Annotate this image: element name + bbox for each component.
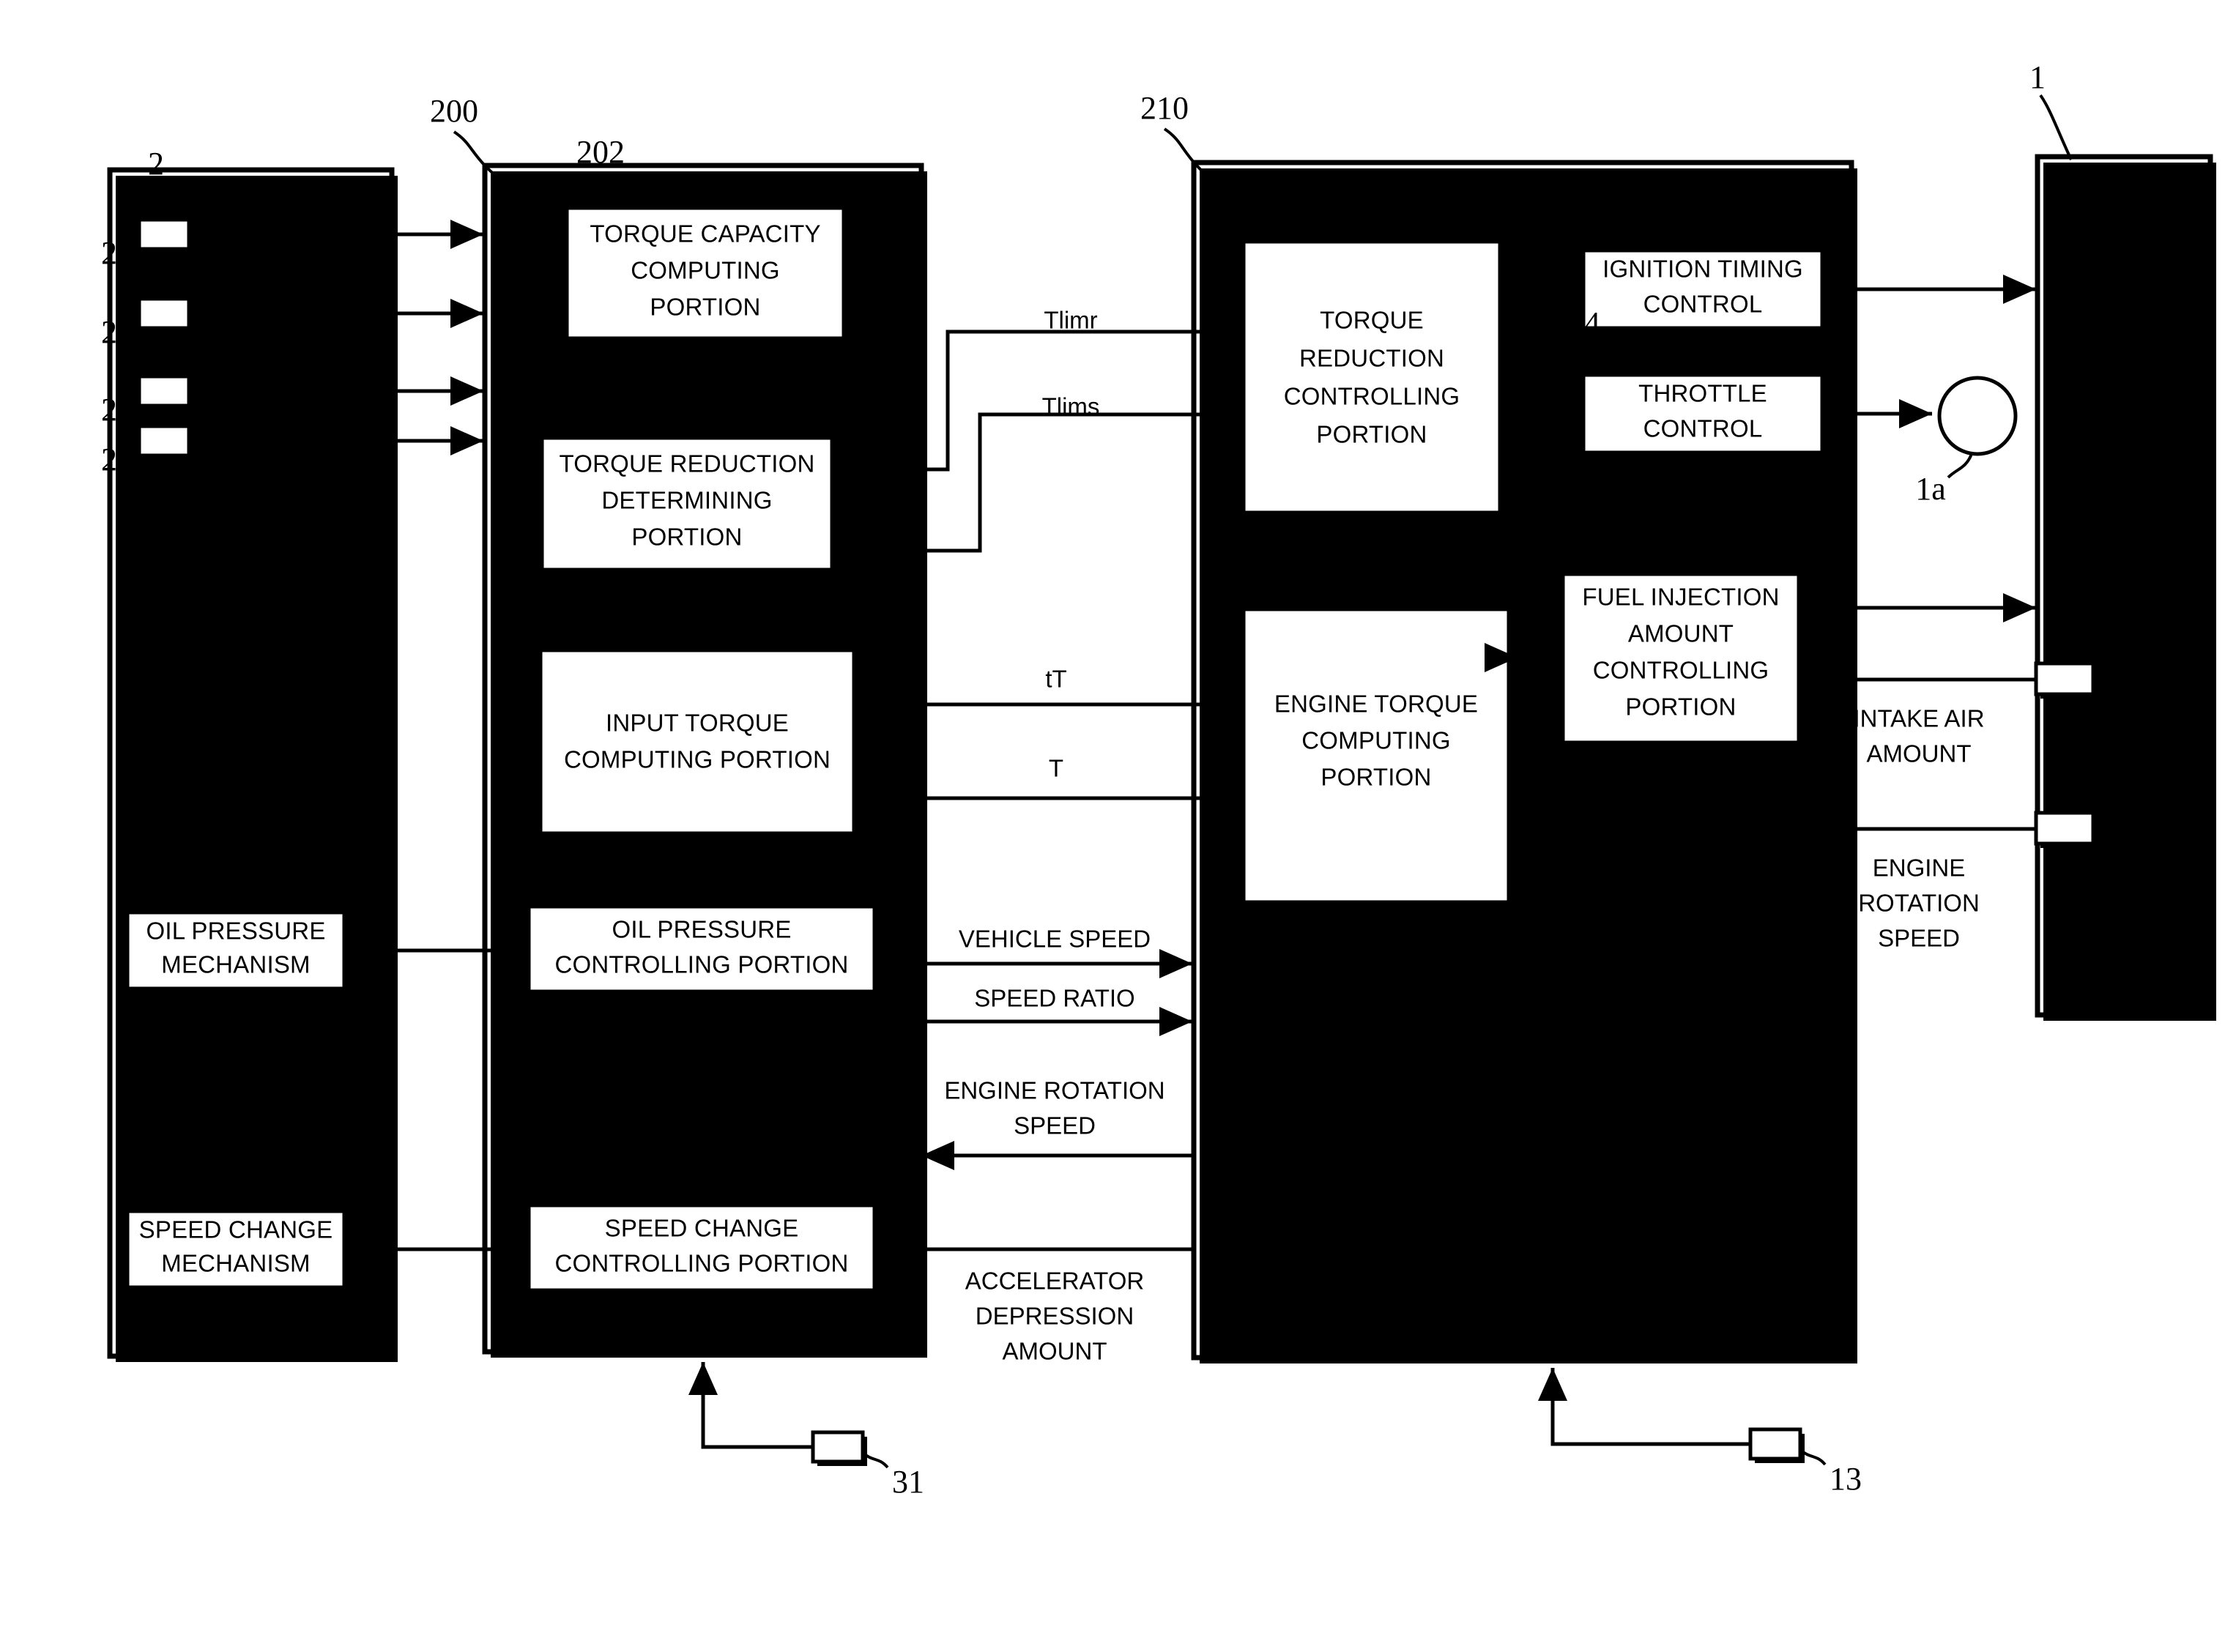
signal-label-engine-rotation-speed-right-l2: ROTATION bbox=[1858, 890, 1980, 917]
external-sensor-13: 13 bbox=[1748, 1427, 1862, 1497]
block-204-line1: OIL PRESSURE bbox=[612, 916, 791, 943]
block-212-line1: TORQUE bbox=[1320, 307, 1424, 334]
block-213-line1: IGNITION TIMING bbox=[1602, 256, 1803, 283]
speed-change-mechanism-line2: MECHANISM bbox=[161, 1250, 310, 1277]
block-215-line3: CONTROLLING bbox=[1593, 657, 1769, 684]
signal-label-t: T bbox=[1049, 755, 1063, 782]
block-212-line2: REDUCTION bbox=[1299, 345, 1444, 372]
block-205-line1: SPEED CHANGE bbox=[605, 1215, 799, 1242]
ref-214: 214 bbox=[1552, 305, 1600, 341]
oil-pressure-mechanism-line2: MECHANISM bbox=[161, 951, 310, 978]
signal-label-intake-air-amount-l2: AMOUNT bbox=[1867, 740, 1972, 767]
block-214-line2: CONTROL bbox=[1643, 415, 1763, 442]
block-203-line2: DETERMINING bbox=[601, 487, 772, 514]
ref-27: 27 bbox=[146, 1133, 179, 1169]
signal-label-engine-rotation-speed-mid-l1: ENGINE ROTATION bbox=[944, 1077, 1164, 1104]
ref-31: 31 bbox=[892, 1464, 924, 1500]
block-215-line1: FUEL INJECTION bbox=[1582, 584, 1779, 611]
external-sensor-31: 31 bbox=[811, 1430, 924, 1500]
block-201-line1: INPUT TORQUE bbox=[606, 710, 789, 737]
ref-211: 211 bbox=[1222, 532, 1268, 568]
block-diagram-svg: 2 AUTOMATIC TRANSMISSION 21 22 23 24 26 bbox=[101, 59, 2216, 1500]
ref-24: 24 bbox=[101, 442, 133, 477]
block-215-line4: PORTION bbox=[1625, 693, 1736, 721]
block-212-line3: CONTROLLING bbox=[1284, 383, 1460, 410]
ref-203: 203 bbox=[554, 364, 603, 400]
ref-204: 204 bbox=[540, 831, 588, 867]
block-211-line2: COMPUTING bbox=[1301, 727, 1450, 754]
ref-15: 15 bbox=[2122, 856, 2155, 892]
signal-label-accelerator-l2: DEPRESSION bbox=[976, 1303, 1134, 1330]
transmission-title-line2: TRANSMISSION bbox=[140, 769, 363, 801]
signal-label-tlimr: Tlimr bbox=[1044, 307, 1097, 334]
block-201-line2: COMPUTING PORTION bbox=[564, 746, 831, 773]
oil-pressure-mechanism-line1: OIL PRESSURE bbox=[146, 918, 325, 945]
transmission-title-line1: AUTOMATIC bbox=[166, 728, 336, 760]
signal-label-engine-rotation-speed-right-l3: SPEED bbox=[1878, 925, 1960, 952]
block-205-line2: CONTROLLING PORTION bbox=[554, 1250, 848, 1277]
signal-label-tt: tT bbox=[1045, 666, 1066, 693]
signal-label-tlims: Tlims bbox=[1042, 393, 1100, 420]
patent-figure-root: 2 AUTOMATIC TRANSMISSION 21 22 23 24 26 bbox=[0, 0, 2225, 1652]
ref-1: 1 bbox=[2029, 59, 2046, 95]
ref-212: 212 bbox=[1259, 163, 1307, 199]
ref-215: 215 bbox=[1539, 499, 1587, 535]
ref-202: 202 bbox=[576, 134, 625, 170]
line-sensor31-to-atecu bbox=[688, 1362, 813, 1449]
block-213-line2: CONTROL bbox=[1643, 291, 1763, 318]
speed-change-mechanism-line1: SPEED CHANGE bbox=[139, 1216, 333, 1243]
block-202-line1: TORQUE CAPACITY bbox=[590, 220, 820, 248]
block-211-line1: ENGINE TORQUE bbox=[1274, 691, 1478, 718]
ref-205: 205 bbox=[540, 1130, 588, 1166]
engine-title: ENGINE bbox=[2068, 568, 2180, 600]
ref-22: 22 bbox=[101, 314, 133, 350]
ref-26: 26 bbox=[145, 834, 177, 870]
line-sensor13-to-engineecu bbox=[1538, 1368, 1750, 1446]
block-212-line4: PORTION bbox=[1316, 421, 1427, 448]
signal-label-intake-air-amount-l1: INTAKE AIR bbox=[1853, 705, 1984, 732]
ref-213: 213 bbox=[1554, 181, 1602, 217]
ref-1a: 1a bbox=[1915, 471, 1946, 507]
ref-14: 14 bbox=[2122, 704, 2155, 740]
signal-label-engine-rotation-speed-right-l1: ENGINE bbox=[1873, 855, 1966, 882]
throttle-valve-1a: 1a bbox=[1915, 376, 2018, 507]
block-215-line2: AMOUNT bbox=[1628, 620, 1734, 647]
ref-200: 200 bbox=[430, 93, 478, 129]
block-203-line3: PORTION bbox=[631, 524, 742, 551]
block-214-line1: THROTTLE bbox=[1638, 380, 1767, 407]
ref-2: 2 bbox=[148, 146, 164, 182]
signal-label-vehicle-speed: VEHICLE SPEED bbox=[959, 926, 1151, 953]
ref-23: 23 bbox=[101, 392, 133, 428]
block-202-line2: COMPUTING bbox=[631, 257, 779, 284]
block-211-line3: PORTION bbox=[1320, 764, 1431, 791]
ref-210: 210 bbox=[1140, 90, 1189, 126]
block-204-line2: CONTROLLING PORTION bbox=[554, 951, 848, 978]
signal-label-accelerator-l3: AMOUNT bbox=[1003, 1338, 1107, 1365]
ref-13: 13 bbox=[1830, 1461, 1862, 1497]
signal-label-accelerator-l1: ACCELERATOR bbox=[965, 1268, 1145, 1295]
block-203-line1: TORQUE REDUCTION bbox=[559, 450, 814, 477]
ref-201: 201 bbox=[562, 573, 610, 609]
signal-label-speed-ratio: SPEED RATIO bbox=[974, 985, 1134, 1012]
block-202-line3: PORTION bbox=[650, 294, 760, 321]
ref-21: 21 bbox=[101, 235, 133, 271]
signal-label-engine-rotation-speed-mid-l2: SPEED bbox=[1014, 1112, 1096, 1139]
